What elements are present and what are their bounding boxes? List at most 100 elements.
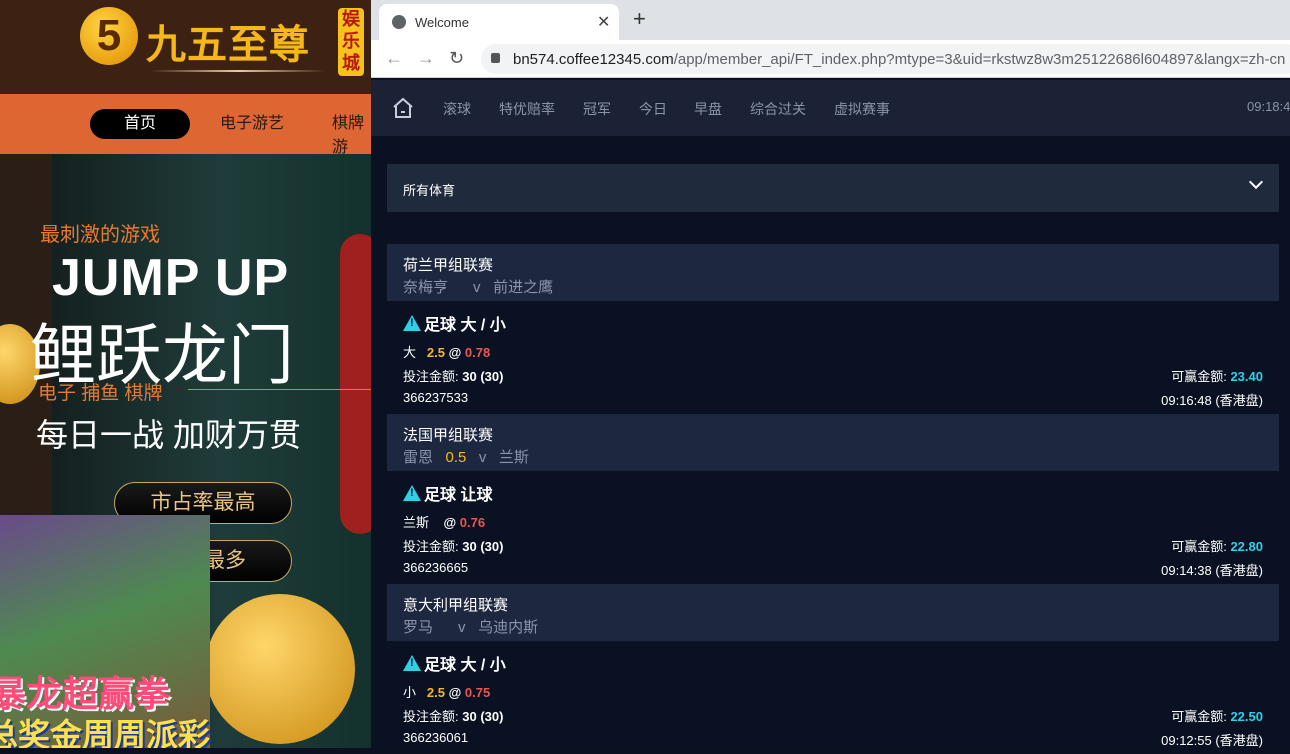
browser-window: Welcome ✕ + ← → ↻ bn574.coffee12345.com/… — [371, 0, 1290, 748]
tab-strip: Welcome ✕ + — [371, 0, 1290, 40]
nav-outright[interactable]: 冠军 — [583, 99, 611, 119]
banner-tagline: 最刺激的游戏 — [40, 224, 160, 246]
match-teams: 奈梅亨 v 前进之鹰 — [403, 276, 553, 297]
warning-icon — [403, 315, 421, 331]
casino-nav-slots[interactable]: 电子游艺 — [220, 109, 284, 133]
bet-line: 2.5 — [426, 685, 445, 700]
bet-line: 2.5 — [426, 345, 445, 360]
promo-subtitle: 总奖金周周派彩 — [0, 717, 211, 748]
win-label: 可赢金额: — [1171, 539, 1227, 554]
lock-icon — [491, 53, 500, 63]
banner-slogan: 每日一战 加财万贯 — [36, 417, 301, 453]
sport-filter-label: 所有体育 — [403, 183, 456, 198]
bet-id: 366236665 — [403, 560, 469, 575]
sports-nav: 滚球 特优赔率 冠军 今日 早盘 综合过关 虚拟赛事 09:18:4 — [371, 80, 1290, 136]
divider — [188, 389, 371, 390]
warning-icon — [403, 655, 421, 671]
match-teams: 罗马 v 乌迪内斯 — [403, 616, 538, 637]
away-team: 兰斯 — [498, 449, 529, 466]
league-header: 意大利甲组联赛 罗马 v 乌迪内斯 — [387, 584, 1279, 641]
bet-time: 09:14:38 (香港盘) — [1161, 563, 1263, 578]
bet-pick: 兰斯 — [403, 515, 430, 530]
sport-filter-dropdown[interactable]: 所有体育 — [387, 164, 1279, 212]
match-teams: 雷恩 0.5 v 兰斯 — [403, 446, 529, 467]
coin-image — [205, 594, 355, 744]
bet-slip: 足球 大 / 小 小 2.5 @ 0.75 投注金额: 30 (30) 可赢金额… — [387, 641, 1279, 754]
bet-time: 09:12:55 (香港盘) — [1161, 733, 1263, 748]
vs-label: v — [473, 279, 481, 296]
league-header: 荷兰甲组联赛 奈梅亨 v 前进之鹰 — [387, 244, 1279, 301]
close-tab-icon[interactable]: ✕ — [597, 12, 610, 32]
url-path: /app/member_api/FT_index.php?mtype=3&uid… — [673, 51, 1286, 68]
bet-slip: 足球 让球 兰斯 @ 0.76 投注金额: 30 (30) 可赢金额: 22.8… — [387, 471, 1279, 584]
nav-today[interactable]: 今日 — [639, 99, 667, 119]
nav-parlay[interactable]: 综合过关 — [750, 99, 806, 119]
nav-live[interactable]: 滚球 — [443, 99, 471, 119]
warning-icon — [403, 485, 421, 501]
nav-special-odds[interactable]: 特优赔率 — [499, 99, 555, 119]
stake-label: 投注金额: — [403, 369, 459, 384]
stake-amount: 30 (30) — [462, 369, 504, 384]
globe-icon — [392, 15, 406, 29]
league-name: 荷兰甲组联赛 — [403, 257, 494, 274]
url-input[interactable]: bn574.coffee12345.com/app/member_api/FT_… — [481, 44, 1290, 74]
win-label: 可赢金额: — [1171, 369, 1227, 384]
home-team: 雷恩 — [403, 449, 434, 466]
clock: 09:18:4 — [1247, 99, 1290, 114]
logo-icon: 5 — [80, 7, 138, 65]
forward-icon[interactable]: → — [417, 48, 435, 69]
bet-id: 366237533 — [403, 390, 469, 405]
league-header: 法国甲组联赛 雷恩 0.5 v 兰斯 — [387, 414, 1279, 471]
win-label: 可赢金额: — [1171, 709, 1227, 724]
bet-pick: 小 — [403, 685, 417, 700]
vs-label: v — [458, 619, 466, 636]
home-team: 罗马 — [403, 619, 434, 636]
away-team: 乌迪内斯 — [478, 619, 539, 636]
league-name: 法国甲组联赛 — [403, 427, 494, 444]
bet-odds: 0.78 — [464, 345, 491, 360]
bet-time: 09:16:48 (香港盘) — [1161, 393, 1263, 408]
browser-tab-welcome[interactable]: Welcome ✕ — [379, 4, 619, 40]
address-bar-row: ← → ↻ bn574.coffee12345.com/app/member_a… — [371, 40, 1290, 78]
logo-ornament — [150, 70, 326, 72]
stake-label: 投注金额: — [403, 539, 459, 554]
casino-nav: 首页 电子游艺 棋牌游 — [0, 94, 371, 157]
bet-slip: 足球 大 / 小 大 2.5 @ 0.78 投注金额: 30 (30) 可赢金额… — [387, 301, 1279, 414]
url-host: bn574.coffee12345.com — [513, 51, 674, 68]
casino-nav-home[interactable]: 首页 — [90, 109, 190, 139]
banner-title-en: JUMP UP — [52, 249, 290, 307]
tab-title: Welcome — [415, 15, 469, 30]
vs-label: v — [478, 449, 487, 466]
bet-type: 足球 大 / 小 — [424, 657, 506, 674]
new-tab-icon[interactable]: + — [633, 6, 646, 32]
dragon-image — [340, 234, 371, 534]
league-name: 意大利甲组联赛 — [403, 597, 509, 614]
nav-virtual[interactable]: 虚拟赛事 — [834, 99, 890, 119]
stake-label: 投注金额: — [403, 709, 459, 724]
bet-odds: 0.75 — [464, 685, 491, 700]
win-amount: 22.80 — [1230, 539, 1263, 554]
logo-badge: 娱乐城 — [338, 8, 364, 76]
bet-id: 366236061 — [403, 730, 469, 745]
home-team: 奈梅亨 — [403, 279, 449, 296]
away-team: 前进之鹰 — [493, 279, 554, 296]
handicap: 0.5 — [445, 449, 467, 466]
stake-amount: 30 (30) — [462, 539, 504, 554]
background-casino-page: 5 九五至尊 娱乐城 首页 电子游艺 棋牌游 最刺激的游戏 JUMP UP 鲤跃… — [0, 0, 371, 748]
bet-type: 足球 让球 — [424, 487, 493, 504]
nav-early[interactable]: 早盘 — [694, 99, 722, 119]
dino-promo-image[interactable]: 暴龙超赢拳 总奖金周周派彩 — [0, 515, 210, 748]
reload-icon[interactable]: ↻ — [449, 48, 464, 69]
logo-text: 九五至尊 — [146, 21, 310, 68]
bet-odds: 0.76 — [459, 515, 486, 530]
bet-type: 足球 大 / 小 — [424, 317, 506, 334]
bet-pick: 大 — [403, 345, 417, 360]
chevron-down-icon — [1248, 174, 1264, 190]
banner-categories: 电子 捕鱼 棋牌 — [38, 383, 163, 404]
casino-header: 5 九五至尊 娱乐城 — [0, 0, 371, 94]
win-amount: 22.50 — [1230, 709, 1263, 724]
casino-nav-cards[interactable]: 棋牌游 — [332, 109, 371, 157]
back-icon[interactable]: ← — [385, 48, 403, 69]
stake-amount: 30 (30) — [462, 709, 504, 724]
home-icon[interactable] — [391, 96, 415, 120]
